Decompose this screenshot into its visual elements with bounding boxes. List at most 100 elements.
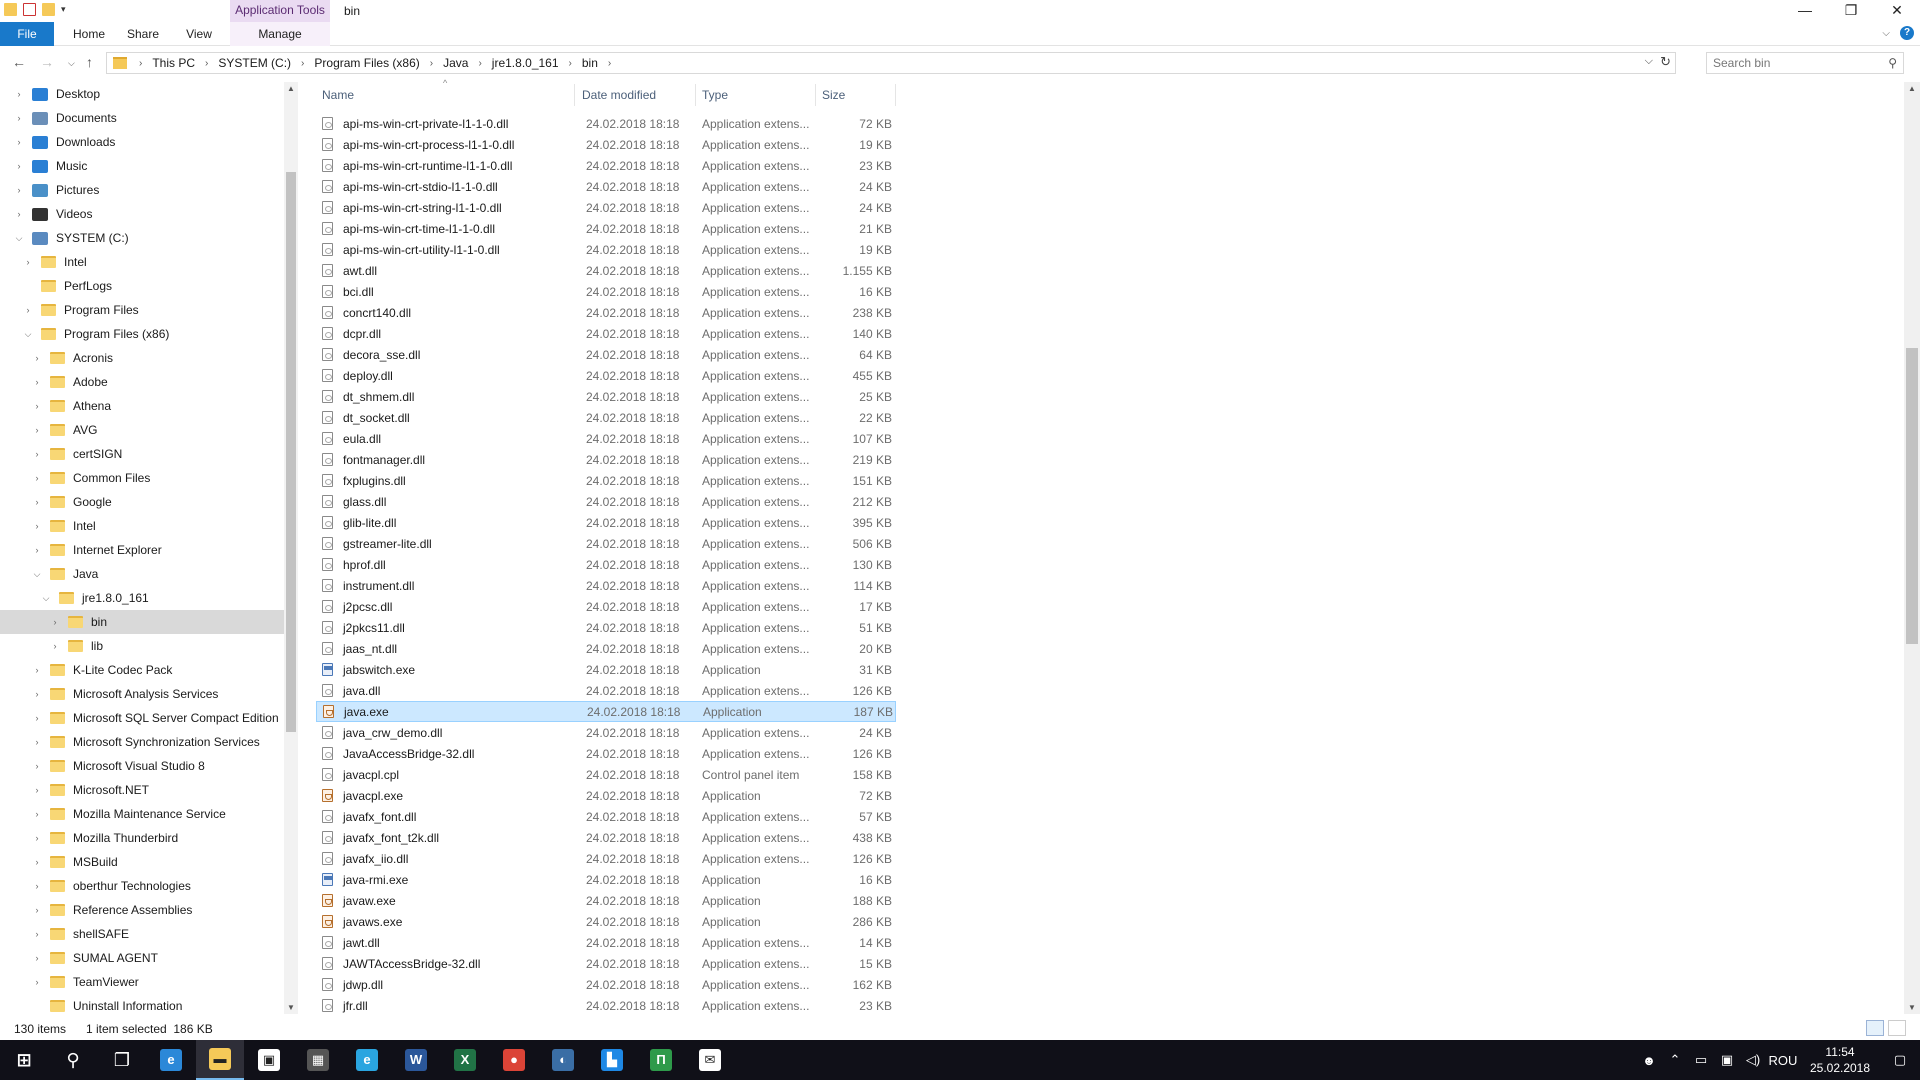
nav-tree-item[interactable]: › Desktop	[0, 82, 284, 106]
project-app[interactable]: П	[637, 1040, 685, 1080]
nav-tree-item[interactable]: › oberthur Technologies	[0, 874, 284, 898]
search-input[interactable]	[1707, 53, 1877, 73]
breadcrumb-this-pc[interactable]: This PC	[148, 56, 199, 70]
chevron-right-icon[interactable]: ›	[32, 953, 42, 963]
file-row[interactable]: instrument.dll 24.02.2018 18:18 Applicatio…	[316, 575, 896, 596]
breadcrumb-system-c[interactable]: SYSTEM (C:)	[214, 56, 295, 70]
chart-app[interactable]: ▙	[588, 1040, 636, 1080]
chevron-right-icon[interactable]: ›	[295, 58, 310, 69]
chevron-right-icon[interactable]: ›	[32, 353, 42, 363]
chevron-right-icon[interactable]: ›	[424, 58, 439, 69]
file-row[interactable]: jdwp.dll 24.02.2018 18:18 Application exte…	[316, 974, 896, 995]
file-row[interactable]: jabswitch.exe 24.02.2018 18:18 Application…	[316, 659, 896, 680]
nav-tree-item[interactable]: › Downloads	[0, 130, 284, 154]
file-row[interactable]: JAWTAccessBridge-32.dll 24.02.2018 18:18 A…	[316, 953, 896, 974]
tab-home[interactable]: Home	[66, 22, 112, 46]
nav-tree-item[interactable]: › Program Files	[0, 298, 284, 322]
battery-icon[interactable]: ▭	[1688, 1052, 1714, 1068]
chevron-right-icon[interactable]: ›	[199, 58, 214, 69]
nav-tree-item[interactable]: › bin	[0, 610, 284, 634]
chrome-app[interactable]: ●	[490, 1040, 538, 1080]
chevron-right-icon[interactable]: ›	[32, 401, 42, 411]
tab-share[interactable]: Share	[120, 22, 166, 46]
nav-tree-item[interactable]: › MSBuild	[0, 850, 284, 874]
volume-icon[interactable]: ◁)	[1740, 1052, 1766, 1068]
word-app[interactable]: W	[392, 1040, 440, 1080]
nav-tree-item[interactable]: PerfLogs	[0, 274, 284, 298]
chevron-right-icon[interactable]: ›	[32, 665, 42, 675]
start-button[interactable]: ⊞	[0, 1040, 48, 1080]
search-button[interactable]: ⚲	[49, 1040, 97, 1080]
column-header-size[interactable]: Size	[816, 84, 896, 106]
chevron-right-icon[interactable]: ›	[50, 641, 60, 651]
file-row[interactable]: jaas_nt.dll 24.02.2018 18:18 Application e…	[316, 638, 896, 659]
chevron-right-icon[interactable]: ›	[32, 377, 42, 387]
nav-tree-item[interactable]: › Microsoft Synchronization Services	[0, 730, 284, 754]
file-row[interactable]: api-ms-win-crt-string-l1-1-0.dll 24.02.20…	[316, 197, 896, 218]
file-row[interactable]: dt_socket.dll 24.02.2018 18:18 Application…	[316, 407, 896, 428]
file-row[interactable]: JavaAccessBridge-32.dll 24.02.2018 18:18 A…	[316, 743, 896, 764]
nav-tree-item[interactable]: › TeamViewer	[0, 970, 284, 994]
nav-tree-item[interactable]: › Intel	[0, 514, 284, 538]
nav-tree-item[interactable]: › SUMAL AGENT	[0, 946, 284, 970]
chevron-right-icon[interactable]: ›	[602, 58, 617, 69]
chevron-right-icon[interactable]: ›	[23, 257, 33, 267]
file-row[interactable]: eula.dll 24.02.2018 18:18 Application exte…	[316, 428, 896, 449]
store-app[interactable]: ▣	[245, 1040, 293, 1080]
mail-app[interactable]: ✉	[686, 1040, 734, 1080]
minimize-button[interactable]: —	[1782, 0, 1828, 22]
nav-tree-item[interactable]: › Microsoft Analysis Services	[0, 682, 284, 706]
help-icon[interactable]: ?	[1900, 26, 1914, 40]
search-icon[interactable]: ⚲	[1888, 56, 1897, 70]
chevron-right-icon[interactable]: ›	[32, 761, 42, 771]
chevron-right-icon[interactable]: ›	[32, 881, 42, 891]
chevron-right-icon[interactable]: ›	[14, 209, 24, 219]
file-row[interactable]: glib-lite.dll 24.02.2018 18:18 Application…	[316, 512, 896, 533]
chevron-right-icon[interactable]: ›	[50, 617, 60, 627]
file-row[interactable]: concrt140.dll 24.02.2018 18:18 Application…	[316, 302, 896, 323]
chevron-right-icon[interactable]: ›	[32, 713, 42, 723]
tab-manage[interactable]: Manage	[230, 22, 330, 46]
chevron-right-icon[interactable]: ›	[563, 58, 578, 69]
chevron-right-icon[interactable]: ›	[32, 857, 42, 867]
file-row[interactable]: api-ms-win-crt-utility-l1-1-0.dll 24.02.2…	[316, 239, 896, 260]
file-row[interactable]: bci.dll 24.02.2018 18:18 Application exten…	[316, 281, 896, 302]
vpn-app[interactable]: ◐	[539, 1040, 587, 1080]
file-row[interactable]: decora_sse.dll 24.02.2018 18:18 Applicatio…	[316, 344, 896, 365]
breadcrumb-java[interactable]: Java	[439, 56, 472, 70]
file-row[interactable]: java.dll 24.02.2018 18:18 Application exte…	[316, 680, 896, 701]
file-row[interactable]: dcpr.dll 24.02.2018 18:18 Application exte…	[316, 323, 896, 344]
nav-tree-item[interactable]: › Common Files	[0, 466, 284, 490]
chevron-right-icon[interactable]: ›	[32, 737, 42, 747]
chevron-right-icon[interactable]: ›	[14, 113, 24, 123]
internet-explorer-app[interactable]: e	[343, 1040, 391, 1080]
file-row[interactable]: dt_shmem.dll 24.02.2018 18:18 Application …	[316, 386, 896, 407]
file-row[interactable]: javafx_font_t2k.dll 24.02.2018 18:18 Appli…	[316, 827, 896, 848]
nav-scrollbar-thumb[interactable]	[286, 172, 296, 732]
nav-tree-item[interactable]: › Adobe	[0, 370, 284, 394]
file-row[interactable]: fxplugins.dll 24.02.2018 18:18 Application…	[316, 470, 896, 491]
breadcrumb-program-files-x86[interactable]: Program Files (x86)	[310, 56, 423, 70]
file-row[interactable]: javacpl.cpl 24.02.2018 18:18 Control panel…	[316, 764, 896, 785]
file-row[interactable]: javafx_font.dll 24.02.2018 18:18 Applicati…	[316, 806, 896, 827]
nav-tree-item[interactable]: › Internet Explorer	[0, 538, 284, 562]
file-row[interactable]: java.exe 24.02.2018 18:18 Application 187 K…	[316, 701, 896, 722]
nav-tree-item[interactable]: › Mozilla Maintenance Service	[0, 802, 284, 826]
input-language[interactable]: ROU	[1766, 1053, 1800, 1068]
file-row[interactable]: api-ms-win-crt-private-l1-1-0.dll 24.02.2…	[316, 113, 896, 134]
file-list-scrollbar-thumb[interactable]	[1906, 348, 1918, 644]
action-center-icon[interactable]: ▢	[1880, 1052, 1920, 1068]
nav-tree-item[interactable]: › AVG	[0, 418, 284, 442]
file-explorer-app[interactable]: ▬	[196, 1040, 244, 1080]
chevron-down-icon[interactable]: ⌵	[41, 593, 51, 604]
file-row[interactable]: hprof.dll 24.02.2018 18:18 Application ext…	[316, 554, 896, 575]
column-header-type[interactable]: Type	[696, 84, 816, 106]
nav-tree-item[interactable]: Uninstall Information	[0, 994, 284, 1014]
chevron-right-icon[interactable]: ›	[14, 89, 24, 99]
nav-tree-item[interactable]: › K-Lite Codec Pack	[0, 658, 284, 682]
scroll-up-icon[interactable]: ▲	[287, 84, 295, 93]
chevron-right-icon[interactable]: ›	[14, 185, 24, 195]
chevron-right-icon[interactable]: ›	[32, 425, 42, 435]
chevron-right-icon[interactable]: ›	[32, 905, 42, 915]
forward-arrow-icon[interactable]: →	[40, 54, 54, 70]
